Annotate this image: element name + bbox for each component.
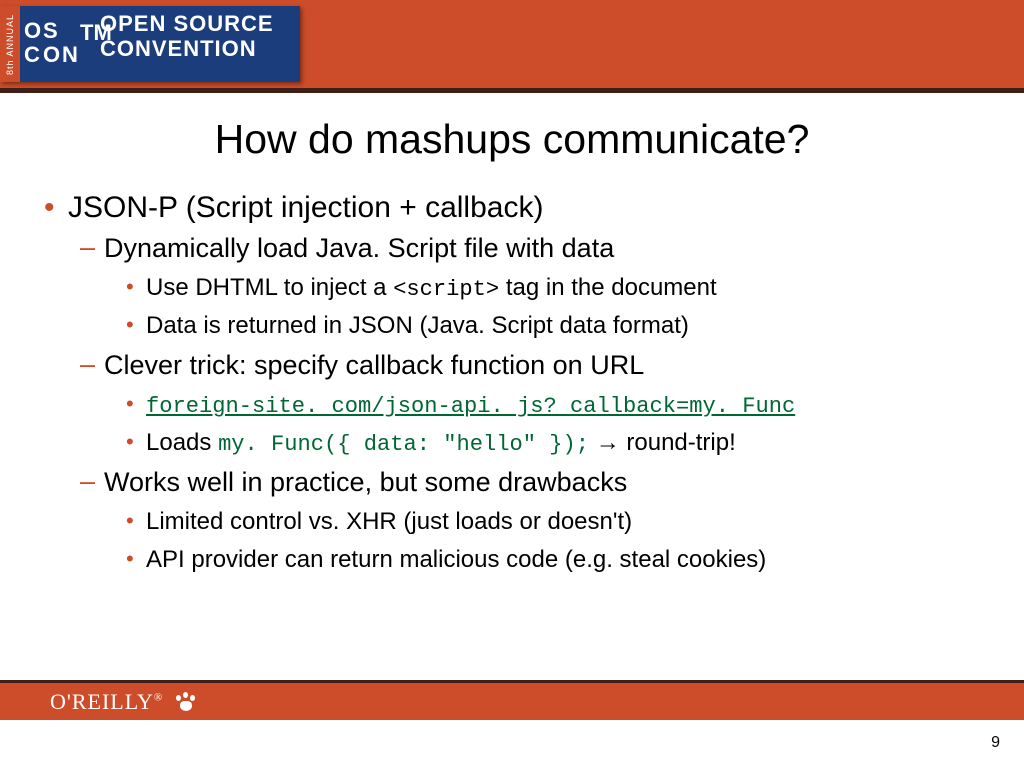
sub-malicious: API provider can return malicious code (… [146,546,994,574]
oscon-logo-icon: O S TM C O N [24,18,88,72]
banner-line2: CONVENTION [100,37,274,60]
url-code: foreign-site. com/json-api. js? callback… [146,394,795,419]
script-tag-code: <script> [393,277,499,302]
sub-dynamic-load: Dynamically load Java. Script file with … [104,233,994,264]
top-banner: OPEN SOURCE CONVENTION 8th ANNUAL O S TM… [0,0,1024,88]
slide-title: How do mashups communicate? [0,116,1024,163]
arrow-icon: → [589,429,626,456]
sub-loads-roundtrip: Loads my. Func({ data: "hello" }); → rou… [146,429,994,457]
sub-clever-trick: Clever trick: specify callback function … [104,350,994,381]
sub-foreign-url: foreign-site. com/json-api. js? callback… [146,391,994,419]
sub-drawbacks: Works well in practice, but some drawbac… [104,467,994,498]
page-number: 9 [991,734,1000,752]
banner-divider [0,88,1024,93]
annual-strip: 8th ANNUAL [0,6,20,82]
banner-line1: OPEN SOURCE [100,12,274,35]
footer-bar: O'REILLY® [0,680,1024,720]
slide-content: JSON-P (Script injection + callback) Dyn… [0,191,1024,574]
bullet-jsonp: JSON-P (Script injection + callback) [68,191,994,225]
oreilly-logo: O'REILLY® [50,689,163,715]
sub-limited-control: Limited control vs. XHR (just loads or d… [146,508,994,536]
sub-dhtml-inject: Use DHTML to inject a <script> tag in th… [146,274,994,302]
paw-icon [173,689,199,715]
banner-title: OPEN SOURCE CONVENTION [100,12,274,60]
sub-data-json: Data is returned in JSON (Java. Script d… [146,312,994,340]
callback-code: my. Func({ data: "hello" }); [218,432,589,457]
